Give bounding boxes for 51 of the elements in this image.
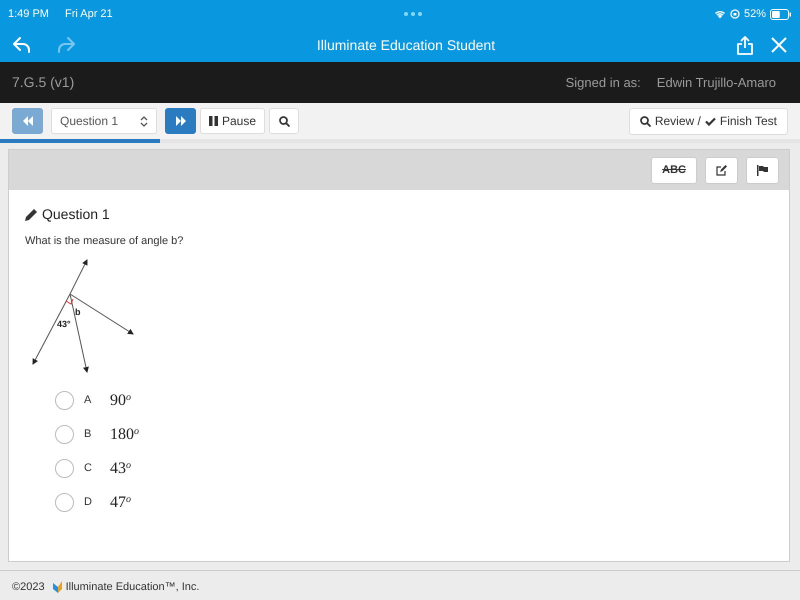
check-icon	[704, 116, 716, 126]
logo-icon	[52, 581, 62, 594]
fast-forward-icon	[174, 116, 186, 126]
pencil-icon	[25, 208, 38, 221]
choice-answer: 180$^{o}$	[110, 424, 139, 444]
updown-caret-icon	[140, 116, 148, 126]
status-date: Fri Apr 21	[64, 6, 113, 22]
search-icon	[640, 116, 651, 126]
strikethrough-button[interactable]: ABC	[651, 156, 697, 184]
signed-in-label: Signed in as:	[566, 74, 641, 92]
edit-icon	[716, 164, 727, 176]
choice-letter: A	[83, 393, 92, 408]
radio-button[interactable]	[55, 425, 74, 444]
choice-answer: 90$^{o}$	[110, 390, 131, 410]
multitasking-icon[interactable]	[404, 12, 422, 16]
lock-rotation-icon	[730, 9, 740, 19]
flag-icon	[757, 164, 768, 176]
share-icon[interactable]	[736, 35, 754, 55]
test-name: 7.G.5 (v1)	[12, 73, 74, 92]
radio-button[interactable]	[55, 493, 74, 512]
search-button[interactable]	[269, 108, 300, 134]
choice-letter: D	[83, 495, 93, 510]
back-icon[interactable]	[12, 36, 32, 54]
note-button[interactable]	[705, 156, 738, 184]
choice-answer: 47$^{o}$	[110, 492, 131, 512]
choice-letter: B	[83, 427, 92, 442]
pause-icon	[209, 116, 218, 126]
choice-letter: C	[83, 461, 93, 476]
question-prompt: What is the measure of angle b?	[25, 235, 184, 247]
battery-percent: 52%	[744, 6, 766, 22]
angle-label: 43°	[57, 318, 71, 328]
angle-label: b	[75, 306, 80, 316]
review-finish-button[interactable]: Review / Finish Test	[628, 108, 788, 134]
rewind-icon	[22, 116, 34, 126]
pause-button[interactable]: Pause	[200, 108, 266, 134]
question-title: Question 1	[42, 205, 110, 224]
choice-answer: 43$^{o}$	[110, 458, 131, 478]
status-time: 1:49 PM	[8, 6, 49, 22]
flag-button[interactable]	[746, 156, 779, 184]
next-button[interactable]	[165, 108, 196, 134]
copyright: ©2023	[12, 580, 45, 595]
close-icon[interactable]	[770, 36, 788, 54]
company-name: Illuminate Education™, Inc.	[66, 580, 200, 595]
question-select[interactable]: Question 1	[51, 108, 157, 134]
battery-icon	[770, 8, 792, 20]
wifi-icon	[714, 9, 726, 19]
radio-button[interactable]	[55, 459, 74, 478]
user-name: Edwin Trujillo-Amaro	[656, 74, 776, 92]
search-icon	[278, 116, 290, 126]
radio-button[interactable]	[55, 391, 74, 410]
app-title: Illuminate Education Student	[316, 36, 496, 52]
